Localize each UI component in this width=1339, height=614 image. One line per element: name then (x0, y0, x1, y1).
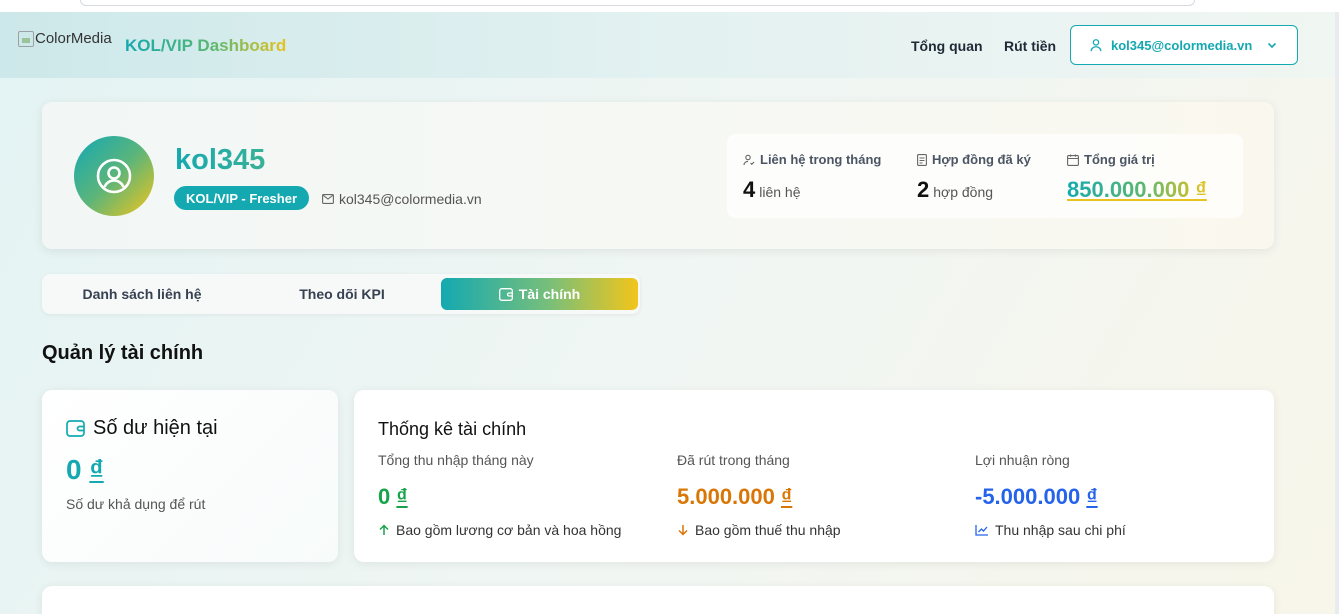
level-badge: KOL/VIP - Fresher (174, 186, 310, 210)
tab-bar: Danh sách liên hệ Theo dõi KPI Tài chính (42, 274, 640, 314)
arrow-up-icon (379, 524, 389, 535)
user-icon (1090, 39, 1102, 52)
profit-label: Lợi nhuận ròng (975, 452, 1070, 468)
profile-email: kol345@colormedia.vn (322, 191, 482, 207)
avatar (74, 136, 154, 216)
balance-note: Số dư khả dụng để rút (66, 496, 206, 512)
withdrawn-note-text: Bao gồm thuế thu nhập (695, 522, 841, 538)
profile-stats: Liên hệ trong tháng 4 liên hệ Hợp đồng đ… (727, 134, 1243, 218)
nav-overview-link[interactable]: Tổng quan (911, 38, 983, 54)
user-circle-icon (96, 158, 132, 194)
stat-total-label: Tổng giá trị (1084, 152, 1155, 167)
profit-note: Thu nhập sau chi phí (975, 522, 1126, 538)
tab-finance-label: Tài chính (518, 286, 581, 302)
transactions-card (42, 586, 1274, 614)
stat-contracts: Hợp đồng đã ký 2 hợp đồng (917, 152, 1031, 203)
stat-total-value: Tổng giá trị 850.000.000 ₫ (1067, 152, 1207, 203)
profit-stat: Lợi nhuận ròng -5.000.000 ₫ Thu nhập sau… (975, 452, 1126, 538)
arrow-down-icon (678, 525, 688, 536)
balance-title-text: Số dư hiện tại (93, 417, 218, 439)
income-note: Bao gồm lương cơ bản và hoa hồng (378, 522, 621, 538)
document-icon (917, 153, 927, 166)
withdrawn-currency: ₫ (781, 484, 793, 509)
stat-contracts-label: Hợp đồng đã ký (932, 152, 1031, 167)
income-stat: Tổng thu nhập tháng này 0 ₫ Bao gồm lươn… (378, 452, 621, 538)
browser-address-bar[interactable] (80, 0, 1195, 6)
income-amount: 0 (378, 484, 391, 509)
balance-title: Số dư hiện tại (66, 417, 218, 440)
tab-finance[interactable]: Tài chính (441, 278, 638, 310)
user-menu-button[interactable]: kol345@colormedia.vn (1070, 25, 1298, 65)
user-check-icon (743, 154, 755, 165)
tab-kpi[interactable]: Theo dõi KPI (242, 278, 442, 310)
stat-contacts-unit: liên hệ (759, 184, 801, 200)
balance-currency: ₫ (89, 454, 104, 485)
profile-card: kol345 KOL/VIP - Fresher kol345@colormed… (42, 102, 1274, 249)
top-header: ColorMedia KOL/VIP Dashboard Tổng quan R… (0, 12, 1335, 78)
section-title: Quản lý tài chính (42, 342, 204, 364)
stat-contacts-label: Liên hệ trong tháng (760, 152, 882, 167)
income-label: Tổng thu nhập tháng này (378, 452, 534, 468)
page-scrollbar[interactable] (1335, 12, 1339, 614)
withdrawn-stat: Đã rút trong tháng 5.000.000 ₫ Bao gồm t… (677, 452, 841, 538)
profit-value: -5.000.000 ₫ (975, 484, 1126, 510)
stat-contracts-value: 2 (917, 177, 930, 202)
profit-amount: -5.000.000 (975, 484, 1081, 509)
broken-image-icon (18, 31, 34, 47)
balance-amount-value: 0 (66, 454, 82, 485)
mail-icon (322, 194, 334, 204)
profile-username: kol345 (175, 144, 266, 176)
wallet-icon (66, 420, 85, 437)
user-menu-email: kol345@colormedia.vn (1111, 37, 1253, 53)
calendar-icon (1067, 154, 1079, 166)
finance-stats-title: Thống kê tài chính (378, 419, 527, 439)
withdrawn-note: Bao gồm thuế thu nhập (677, 522, 841, 538)
income-currency: ₫ (396, 484, 408, 509)
stat-contacts: Liên hệ trong tháng 4 liên hệ (743, 152, 881, 203)
wallet-icon (498, 287, 513, 301)
stat-contacts-value: 4 (743, 177, 756, 202)
balance-card: Số dư hiện tại 0 ₫ Số dư khả dụng để rút (42, 390, 338, 562)
profile-email-text: kol345@colormedia.vn (339, 191, 482, 207)
app-title: KOL/VIP Dashboard (125, 36, 287, 55)
income-note-text: Bao gồm lương cơ bản và hoa hồng (396, 522, 622, 538)
profit-note-text: Thu nhập sau chi phí (995, 522, 1126, 538)
withdrawn-value: 5.000.000 ₫ (677, 484, 841, 510)
tab-contacts[interactable]: Danh sách liên hệ (42, 278, 242, 310)
logo[interactable]: ColorMedia (18, 30, 112, 47)
balance-amount: 0 ₫ (66, 454, 104, 486)
profit-currency: ₫ (1086, 484, 1098, 509)
chevron-down-icon (1268, 42, 1277, 49)
income-value: 0 ₫ (378, 484, 621, 510)
stat-contracts-unit: hợp đồng (933, 184, 994, 200)
finance-stats-card: Thống kê tài chính Tổng thu nhập tháng n… (354, 390, 1274, 562)
trending-chart-icon (975, 525, 988, 536)
stat-total-amount: 850.000.000 ₫ (1067, 177, 1207, 202)
browser-top-strip (0, 0, 1339, 12)
logo-alt-text: ColorMedia (35, 30, 112, 47)
nav-withdraw-link[interactable]: Rút tiền (1004, 38, 1056, 54)
withdrawn-label: Đã rút trong tháng (677, 452, 790, 468)
withdrawn-amount: 5.000.000 (677, 484, 775, 509)
